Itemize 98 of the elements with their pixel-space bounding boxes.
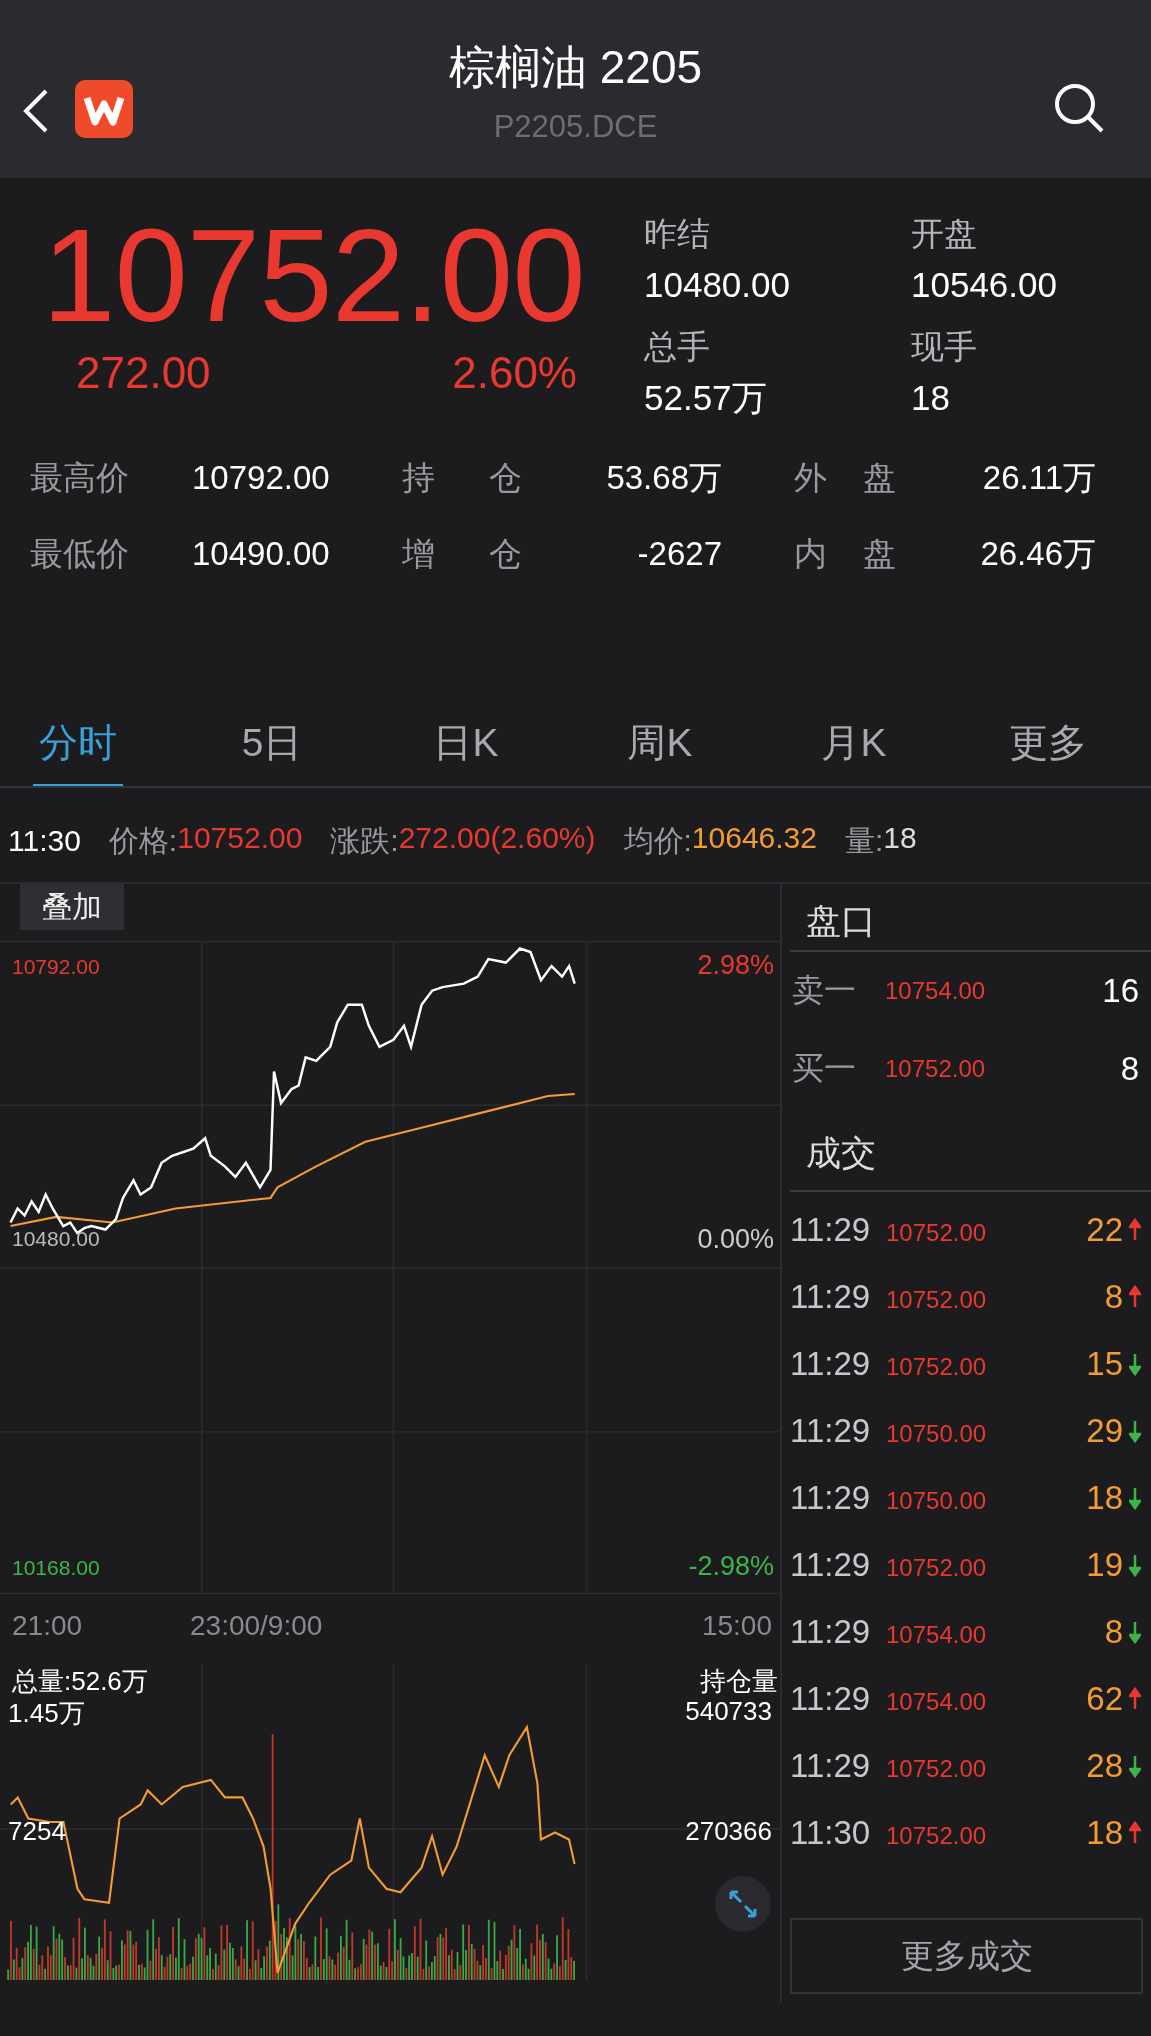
price-high-label: 10792.00 (12, 955, 100, 979)
percent-change: 2.60% (452, 348, 577, 398)
trade-price: 10750.00 (886, 1485, 988, 1515)
field-value: -2627 (636, 535, 722, 573)
trade-price: 10752.00 (886, 1552, 988, 1582)
stat-label: 开盘 (911, 214, 978, 254)
field-value: 53.68万 (605, 457, 722, 498)
info-time: 11:30 (8, 824, 81, 858)
time-axis-label: 15:00 (701, 1610, 772, 1642)
instrument-code: P2205.DCE (493, 108, 658, 146)
chart-tab[interactable]: 更多 (1003, 706, 1093, 786)
info-label: 涨跌: (330, 822, 399, 859)
trade-price: 10754.00 (886, 1619, 988, 1649)
trade-price: 10750.00 (886, 1418, 988, 1448)
trade-time: 11:29 (790, 1612, 872, 1651)
stat-value: 10546.00 (911, 264, 1058, 306)
time-axis-label: 21:00 (12, 1610, 83, 1642)
trade-volume: 8 (1104, 1277, 1123, 1316)
instrument-title: 棕榈油 2205 (448, 40, 703, 95)
info-label: 均价: (623, 822, 692, 859)
trade-volume: 22 (1086, 1210, 1123, 1249)
trade-price: 10752.00 (886, 1284, 988, 1314)
info-value: 10752.00 (177, 820, 303, 856)
level-label: 买一 (792, 1049, 857, 1088)
price-low-label: 10168.00 (12, 1556, 100, 1580)
trade-volume: 62 (1086, 1679, 1123, 1718)
info-value: 18 (883, 820, 917, 856)
stat-value: 18 (911, 377, 951, 419)
section-title: 成交 (790, 1128, 1151, 1192)
trade-time: 11:29 (790, 1411, 872, 1450)
field-value: 26.11万 (981, 457, 1096, 498)
chart-tab[interactable]: 日K (427, 706, 505, 786)
trade-time: 11:30 (790, 1813, 872, 1852)
info-label: 价格: (108, 822, 178, 859)
trade-volume: 28 (1086, 1746, 1123, 1785)
chart-tab[interactable]: 周K (621, 706, 699, 786)
percent-high-label: 2.98% (697, 950, 774, 981)
level-price: 10754.00 (885, 977, 987, 1005)
trade-price: 10752.00 (886, 1753, 988, 1783)
price-change: 272.00 (76, 348, 211, 398)
field-value: 10490.00 (191, 535, 331, 573)
field-value: 26.46万 (979, 533, 1096, 574)
total-volume-label: 总量:52.6万 (12, 1665, 148, 1698)
trade-volume: 19 (1086, 1545, 1123, 1584)
section-title: 盘口 (790, 884, 1151, 952)
last-price: 10752.00 (42, 206, 586, 346)
volume-max-label: 1.45万 (8, 1697, 85, 1730)
trade-price: 10754.00 (886, 1686, 988, 1716)
stat-value: 10480.00 (644, 264, 791, 306)
field-label: 外 盘 (793, 457, 896, 498)
trade-time: 11:29 (790, 1545, 872, 1584)
open-interest-mid-label: 270366 (685, 1816, 772, 1847)
time-axis-label: 23:00/9:00 (190, 1610, 323, 1642)
field-label: 持 仓 (402, 457, 522, 498)
more-trades-button[interactable]: 更多成交 (790, 1918, 1143, 1994)
level-label: 卖一 (792, 971, 857, 1010)
price-base-label: 10480.00 (12, 1227, 100, 1251)
stat-label: 总手 (644, 327, 711, 367)
trade-price: 10752.00 (886, 1820, 988, 1850)
field-value: 10792.00 (191, 459, 331, 497)
chart-tab[interactable]: 5日 (235, 706, 309, 786)
search-icon[interactable] (1053, 82, 1105, 134)
open-interest-max-label: 540733 (685, 1696, 772, 1727)
trade-time: 11:29 (790, 1344, 872, 1383)
field-label: 最高价 (30, 457, 130, 498)
info-value: 10646.32 (691, 820, 817, 856)
chart-tab[interactable]: 月K (815, 706, 893, 786)
chart-tab[interactable]: 分时 (33, 706, 123, 786)
trade-volume: 8 (1104, 1612, 1123, 1651)
trade-time: 11:29 (790, 1210, 872, 1249)
expand-icon[interactable] (715, 1876, 771, 1932)
stat-value: 52.57万 (644, 377, 768, 419)
percent-base-label: 0.00% (697, 1224, 774, 1255)
info-value: 272.00(2.60%) (398, 820, 596, 856)
trade-time: 11:29 (790, 1679, 872, 1718)
trade-volume: 29 (1086, 1411, 1123, 1450)
field-label: 最低价 (30, 533, 130, 574)
open-interest-title: 持仓量 (700, 1665, 778, 1698)
stat-label: 现手 (911, 327, 978, 367)
stat-label: 昨结 (644, 214, 711, 254)
field-label: 增 仓 (402, 533, 522, 574)
overlay-button[interactable]: 叠加 (20, 884, 124, 930)
trade-price: 10752.00 (886, 1351, 988, 1381)
level-volume: 16 (1102, 972, 1139, 1010)
trade-time: 11:29 (790, 1746, 872, 1785)
trade-time: 11:29 (790, 1478, 872, 1517)
trade-price: 10752.00 (886, 1217, 988, 1247)
level-volume: 8 (1120, 1050, 1139, 1088)
volume-mid-label: 7254 (8, 1816, 66, 1847)
level-price: 10752.00 (885, 1055, 987, 1083)
field-label: 内 盘 (793, 533, 896, 574)
percent-low-label: -2.98% (688, 1551, 774, 1582)
trade-time: 11:29 (790, 1277, 872, 1316)
app-logo-icon[interactable] (75, 80, 133, 138)
trade-volume: 15 (1086, 1344, 1123, 1383)
trade-volume: 18 (1086, 1478, 1123, 1517)
trade-volume: 18 (1086, 1813, 1123, 1852)
info-label: 量: (845, 822, 884, 859)
